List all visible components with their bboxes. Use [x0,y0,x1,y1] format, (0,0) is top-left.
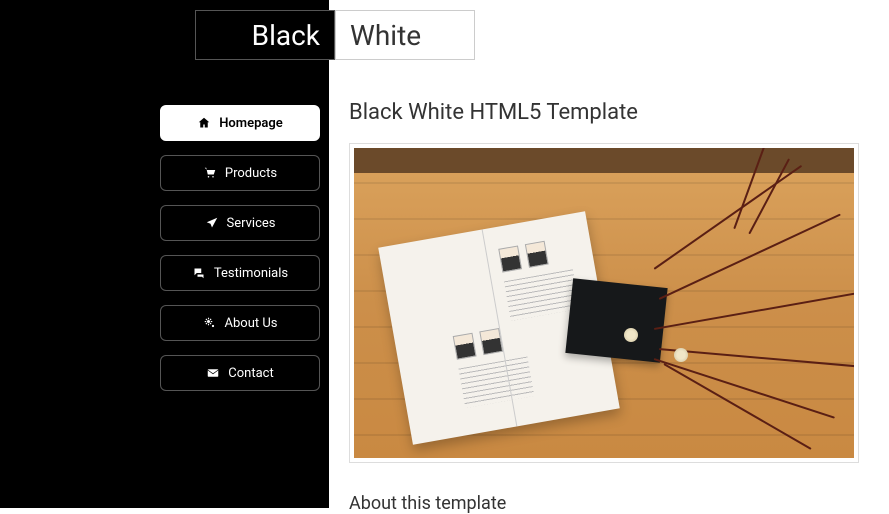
nav-homepage[interactable]: Homepage [160,105,320,141]
main-content: Black White HTML5 Template [329,0,889,508]
subsection-title: About this template [349,493,859,514]
nav-contact[interactable]: Contact [160,355,320,391]
hero-image [354,148,854,458]
nav-products[interactable]: Products [160,155,320,191]
logo-left: Black [195,10,335,60]
comments-icon [192,266,206,280]
nav-services[interactable]: Services [160,205,320,241]
sidebar: Black White Homepage Products Serv [0,0,329,508]
nav-label: Services [227,216,276,231]
page-title: Black White HTML5 Template [349,100,859,125]
hero-image-frame [349,143,859,463]
nav-label: Testimonials [214,266,288,281]
nav-aboutus[interactable]: About Us [160,305,320,341]
main-nav: Homepage Products Services Testimonials [160,105,320,405]
nav-label: Products [225,166,277,181]
nav-label: Contact [228,366,273,381]
envelope-icon [206,366,220,380]
cart-icon [203,166,217,180]
gears-icon [203,316,217,330]
plane-icon [205,216,219,230]
nav-testimonials[interactable]: Testimonials [160,255,320,291]
home-icon [197,116,211,130]
black-card-graphic [565,278,667,363]
app-root: Black White Homepage Products Serv [0,0,889,508]
nav-label: Homepage [219,116,283,131]
nav-label: About Us [225,316,278,331]
